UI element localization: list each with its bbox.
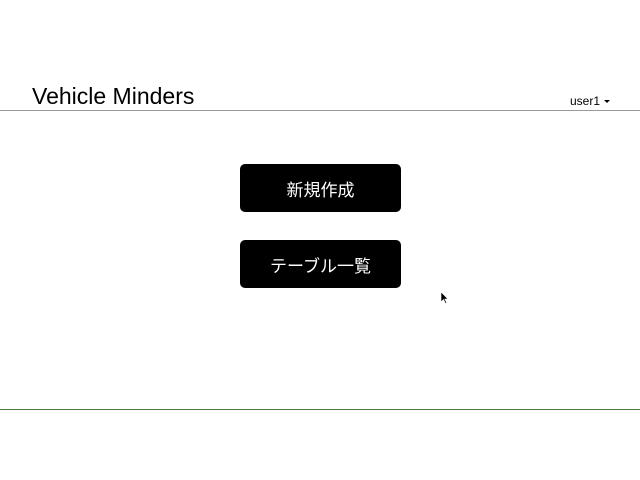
caret-down-icon (604, 100, 610, 104)
header-divider (0, 110, 640, 111)
table-list-button[interactable]: テーブル一覧 (240, 240, 401, 288)
create-new-button[interactable]: 新規作成 (240, 164, 401, 212)
user-menu[interactable]: user1 (570, 94, 610, 108)
brand-title[interactable]: Vehicle Minders (32, 83, 194, 110)
mouse-cursor-icon (441, 292, 449, 304)
user-menu-label: user1 (569, 94, 600, 108)
footer-divider (0, 409, 640, 410)
